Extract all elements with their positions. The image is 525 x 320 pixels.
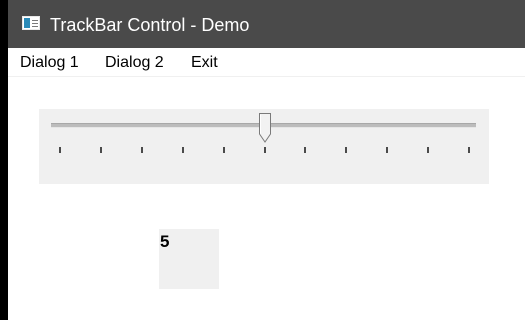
menu-dialog-2[interactable]: Dialog 2	[105, 53, 164, 73]
menu-exit[interactable]: Exit	[191, 53, 218, 73]
trackbar-tick	[181, 147, 184, 153]
trackbar-tick	[345, 147, 348, 153]
title-bar[interactable]: TrackBar Control - Demo	[8, 0, 525, 48]
app-window: TrackBar Control - Demo Dialog 1 Dialog …	[8, 0, 525, 320]
trackbar-tick	[140, 147, 143, 153]
trackbar-tick	[59, 147, 61, 153]
trackbar-tick	[99, 147, 102, 153]
trackbar-tick	[304, 147, 307, 153]
trackbar-tick	[386, 147, 389, 153]
trackbar-tick	[427, 147, 430, 153]
trackbar-tick	[222, 147, 225, 153]
value-text: 5	[160, 232, 170, 251]
trackbar-control[interactable]	[39, 109, 489, 184]
menu-bar: Dialog 1 Dialog 2 Exit	[8, 50, 525, 77]
value-display: 5	[159, 229, 219, 289]
window-title: TrackBar Control - Demo	[50, 15, 250, 35]
menu-dialog-1[interactable]: Dialog 1	[20, 53, 79, 73]
trackbar-tick	[468, 147, 470, 153]
app-window-icon	[22, 16, 40, 30]
trackbar-tick	[263, 147, 266, 153]
trackbar-thumb[interactable]	[258, 113, 271, 143]
